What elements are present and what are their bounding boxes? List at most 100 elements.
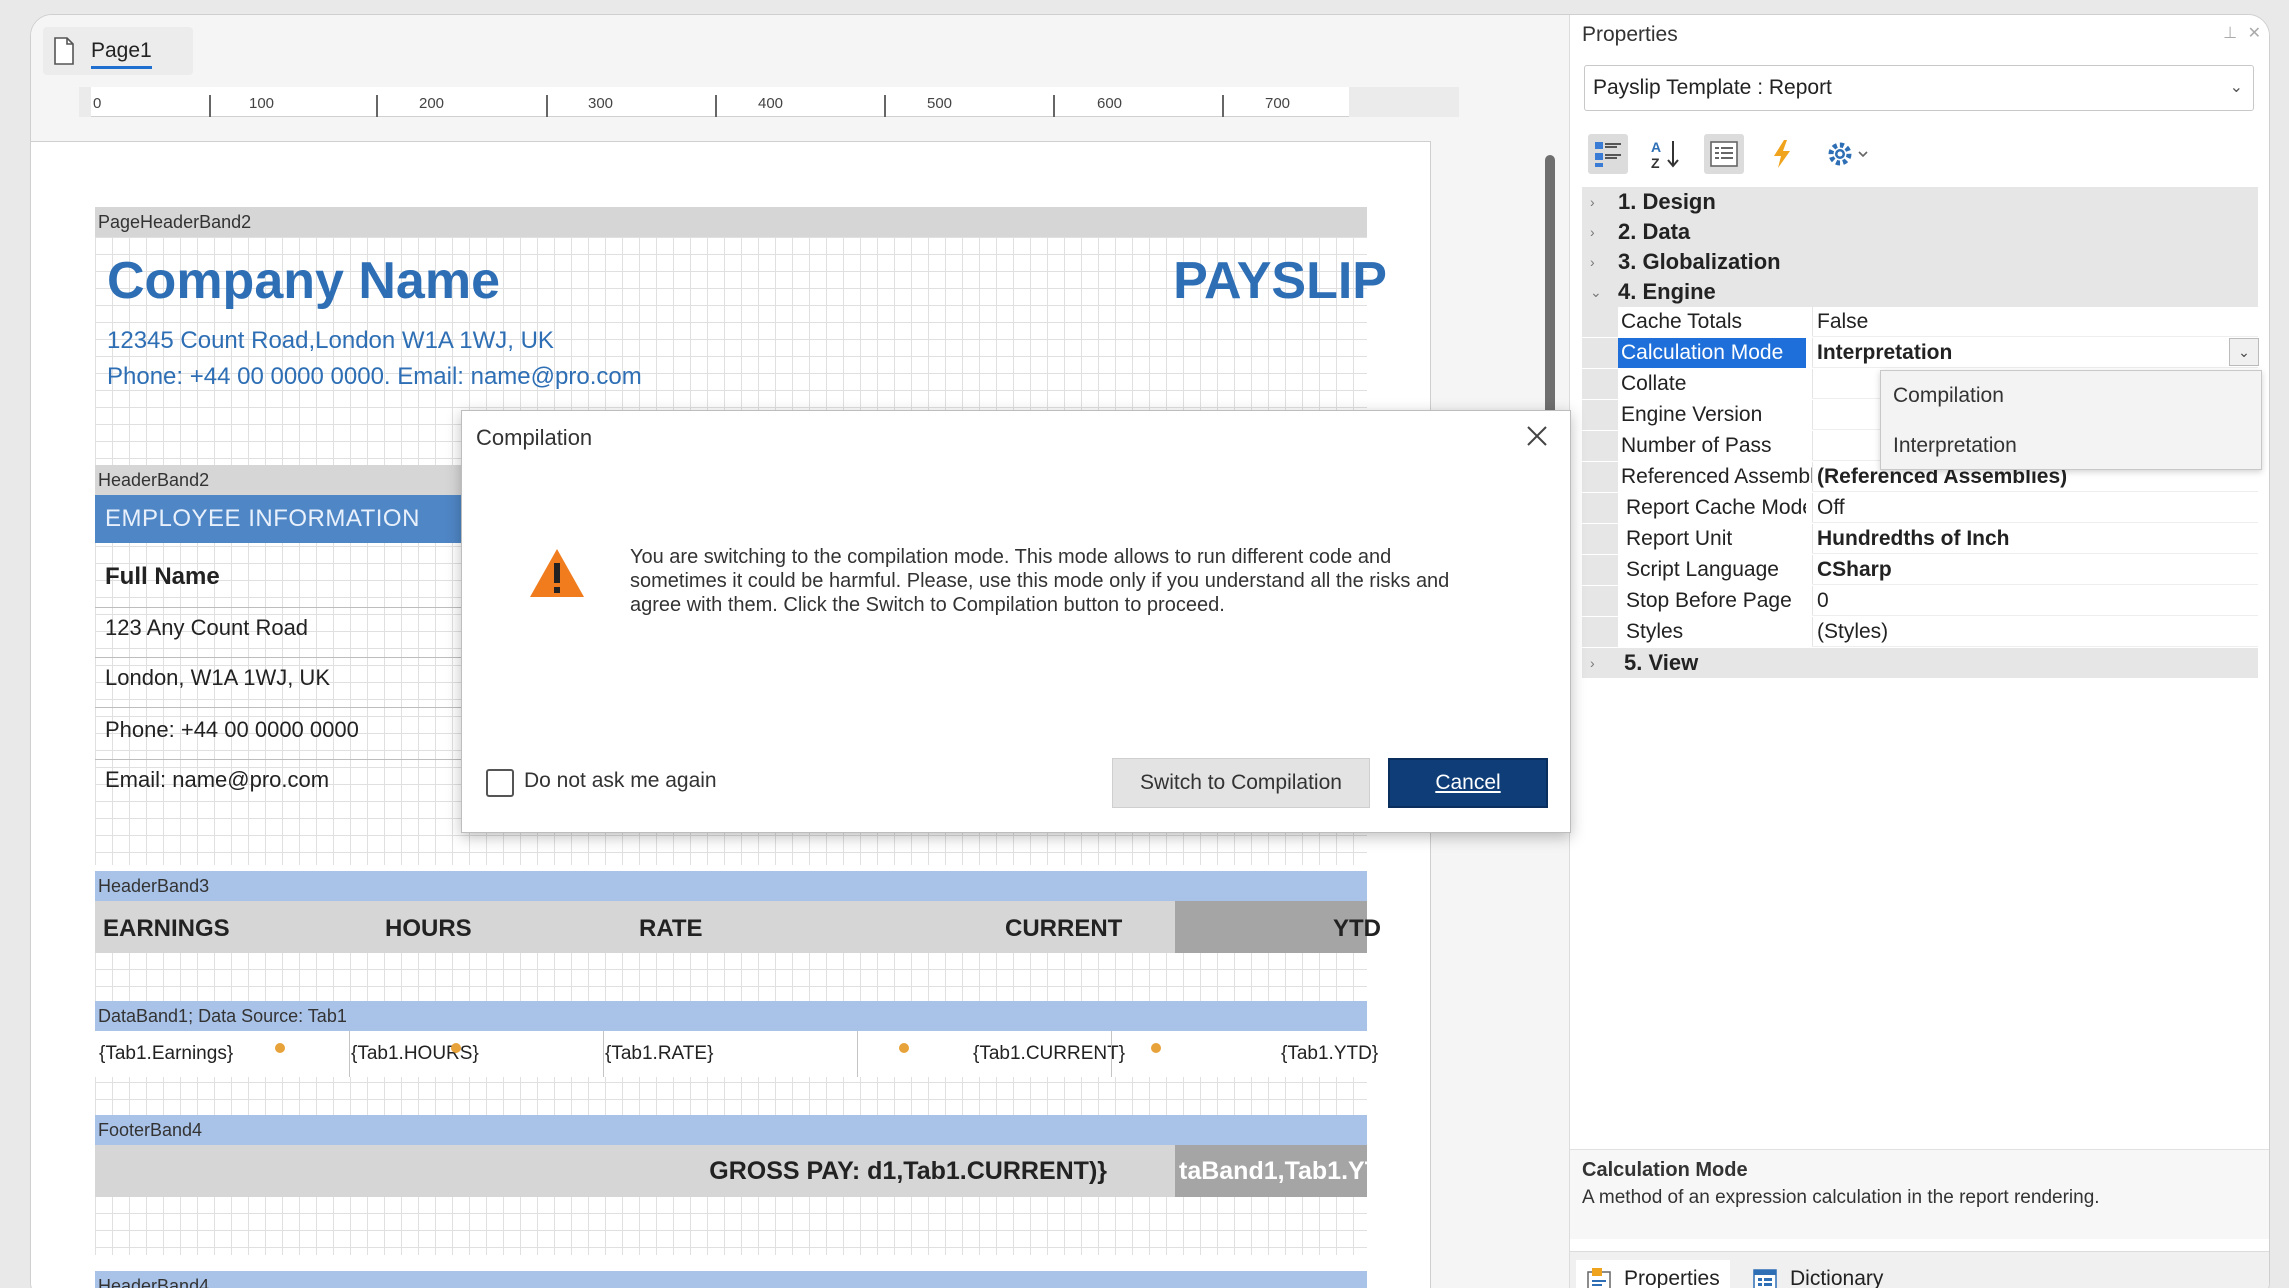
vertical-scrollbar[interactable] [1545,155,1555,415]
switch-to-compilation-button[interactable]: Switch to Compilation [1112,758,1370,808]
row-gutter [1582,400,1618,430]
prop-name: Cache Totals [1621,310,1743,333]
prop-row-stop-before-page[interactable]: Stop Before Page 0 [1582,586,2258,616]
band-title-databand1[interactable]: DataBand1; Data Source: Tab1 [95,1001,1367,1031]
prop-name: Report Unit [1626,527,1733,550]
col-current[interactable]: CURRENT [1005,915,1122,943]
calculation-mode-select[interactable]: Interpretation [1812,338,2252,368]
employee-info-heading[interactable]: EMPLOYEE INFORMATION [95,495,515,543]
col-rate[interactable]: RATE [639,915,703,943]
category-design[interactable]: › 1. Design [1582,187,2258,217]
prop-value[interactable]: (Styles) [1812,617,2252,647]
row-gutter [1582,307,1618,337]
payslip-title[interactable]: PAYSLIP [1173,251,1387,311]
object-selector[interactable]: Payslip Template : Report ⌄ [1584,65,2254,111]
gross-pay-field[interactable]: GROSS PAY: d1,Tab1.CURRENT)} [709,1157,1107,1186]
chevron-right-icon: › [1590,224,1595,240]
chevron-down-icon: ⌄ [1590,284,1602,300]
properties-tab-icon [1587,1268,1611,1288]
prop-value[interactable]: 0 [1812,586,2252,616]
category-engine[interactable]: ⌄ 4. Engine [1582,277,2258,307]
pin-icon[interactable]: ⊥ [2223,23,2237,43]
field-earnings[interactable]: {Tab1.Earnings} [99,1043,233,1065]
row-gutter [1582,586,1618,616]
events-lightning-icon[interactable] [1762,134,1802,174]
col-earnings[interactable]: EARNINGS [103,915,230,943]
prop-value[interactable]: Off [1812,493,2252,523]
calculation-mode-dropdown: Compilation Interpretation [1880,370,2262,470]
col-hours[interactable]: HOURS [385,915,472,943]
prop-row-report-unit[interactable]: Report Unit Hundredths of Inch [1582,524,2258,554]
ruler-label: 300 [588,95,614,112]
tab-dictionary-label: Dictionary [1790,1267,1884,1288]
prop-row-script-language[interactable]: Script Language CSharp [1582,555,2258,585]
settings-gear-icon[interactable] [1820,134,1876,174]
prop-value[interactable]: Hundredths of Inch [1812,524,2252,554]
ruler-label: 400 [758,95,784,112]
employee-email[interactable]: Email: name@pro.com [105,767,329,793]
category-view[interactable]: › 5. View [1582,648,2258,678]
page-tab-label: Page1 [91,39,152,69]
category-globalization[interactable]: › 3. Globalization [1582,247,2258,277]
ruler-label: 100 [249,95,275,112]
close-icon[interactable] [1524,423,1550,449]
sort-az-icon[interactable]: AZ [1646,134,1686,174]
band-title-pageheader[interactable]: PageHeaderBand2 [95,207,1367,237]
company-address[interactable]: 12345 Count Road,London W1A 1WJ, UK [107,327,554,355]
svg-text:A: A [1651,139,1661,155]
row-gutter [1582,369,1618,399]
cancel-button[interactable]: Cancel [1388,758,1548,808]
field-ytd[interactable]: {Tab1.YTD} [1281,1043,1378,1065]
document-icon [53,37,75,65]
divider [857,1031,858,1077]
company-name[interactable]: Company Name [107,251,500,311]
prop-value[interactable]: False [1812,307,2252,337]
category-label: 5. View [1624,650,1699,675]
tab-page1[interactable]: Page1 [43,27,193,75]
property-page-icon[interactable] [1704,134,1744,174]
chevron-down-icon[interactable]: ⌄ [2229,338,2259,366]
prop-name: Calculation Mode [1618,338,1806,368]
prop-name: Number of Pass [1621,434,1772,457]
categorized-icon[interactable] [1588,134,1628,174]
tab-dictionary[interactable]: Dictionary [1742,1260,1893,1288]
dropdown-option-interpretation[interactable]: Interpretation [1881,421,2261,471]
divider [95,657,515,658]
prop-row-report-cache-mode[interactable]: Report Cache Mode Off [1582,493,2258,523]
data-row: {Tab1.Earnings} {Tab1.HOURS} {Tab1.RATE}… [95,1031,1378,1077]
warning-icon [528,547,586,599]
dictionary-tab-icon [1753,1269,1777,1288]
help-text: A method of an expression calculation in… [1582,1187,2100,1208]
prop-row-calculation-mode[interactable]: Calculation Mode Interpretation [1582,338,2258,368]
employee-city[interactable]: London, W1A 1WJ, UK [105,665,330,691]
band-title-footer4[interactable]: FooterBand4 [95,1115,1367,1145]
ruler-tick [376,95,378,117]
prop-row-styles[interactable]: Styles (Styles) [1582,617,2258,647]
category-data[interactable]: › 2. Data [1582,217,2258,247]
ruler-tick [1222,95,1224,117]
gross-ytd-field[interactable]: taBand1,Tab1.YTD)} [1175,1145,1367,1197]
band-title-header3[interactable]: HeaderBand3 [95,871,1367,901]
dropdown-option-compilation[interactable]: Compilation [1881,371,2261,421]
company-contact[interactable]: Phone: +44 00 0000 0000. Email: name@pro… [107,363,642,391]
field-current[interactable]: {Tab1.CURRENT} [973,1043,1125,1065]
col-ytd[interactable]: YTD [1333,915,1381,943]
employee-name[interactable]: Full Name [105,563,220,591]
category-label: 2. Data [1618,219,1691,244]
close-icon[interactable]: ✕ [2248,23,2261,43]
ruler-label: 600 [1097,95,1123,112]
ruler-label: 500 [927,95,953,112]
row-gutter [1582,493,1618,523]
band-title-header4[interactable]: HeaderBand4 [95,1271,1367,1288]
field-rate[interactable]: {Tab1.RATE} [605,1043,713,1065]
do-not-ask-checkbox[interactable] [486,769,514,797]
prop-row-cache-totals[interactable]: Cache Totals False [1582,307,2258,337]
do-not-ask-label[interactable]: Do not ask me again [524,769,717,793]
divider [95,607,515,608]
prop-value[interactable]: CSharp [1812,555,2252,585]
employee-street[interactable]: 123 Any Count Road [105,615,308,641]
tab-properties[interactable]: Properties [1576,1260,1730,1288]
highlight-condition-icon [1151,1043,1161,1053]
employee-phone[interactable]: Phone: +44 00 0000 0000 [105,717,359,743]
ruler-label: 700 [1265,95,1291,112]
